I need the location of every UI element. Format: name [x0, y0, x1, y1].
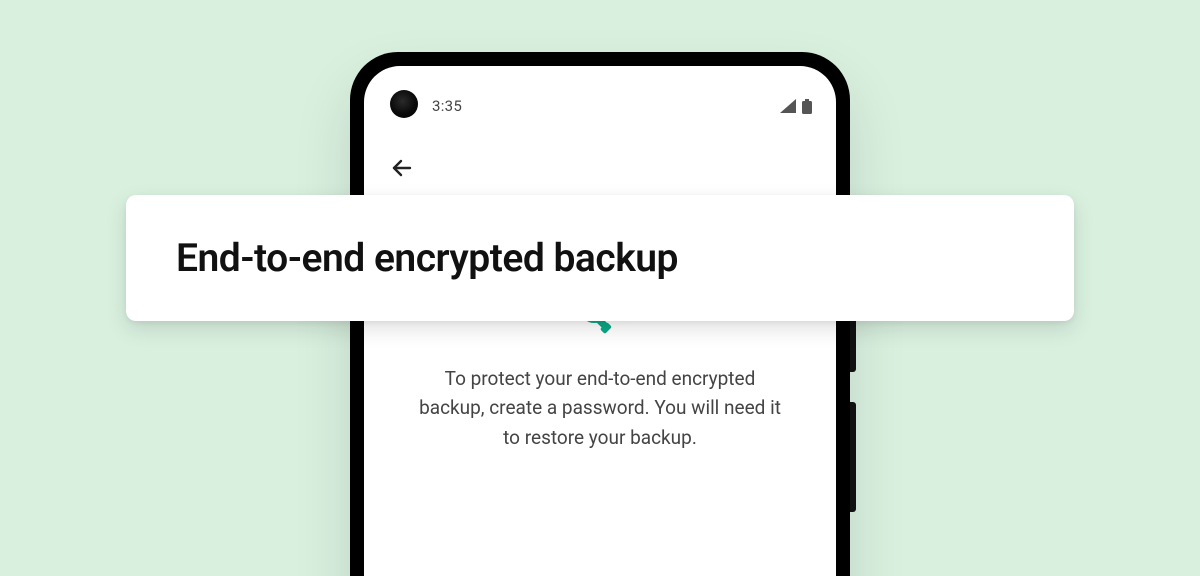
promo-stage: 3:35: [0, 0, 1200, 576]
overlay-title: End-to-end encrypted backup: [176, 235, 1024, 281]
battery-icon: [802, 99, 812, 114]
phone-side-button: [850, 312, 856, 372]
phone-screen: 3:35: [364, 66, 836, 576]
camera-cutout: [390, 90, 418, 118]
cellular-icon: [780, 99, 796, 113]
overlay-card: End-to-end encrypted backup: [126, 195, 1074, 321]
status-indicators: [780, 99, 812, 114]
back-button[interactable]: [382, 148, 422, 188]
app-bar: [364, 140, 836, 196]
body-text: To protect your end-to-end encrypted bac…: [412, 364, 788, 452]
phone-side-button: [850, 402, 856, 512]
arrow-back-icon: [390, 156, 414, 180]
status-bar: 3:35: [364, 90, 836, 122]
status-time: 3:35: [432, 97, 462, 115]
